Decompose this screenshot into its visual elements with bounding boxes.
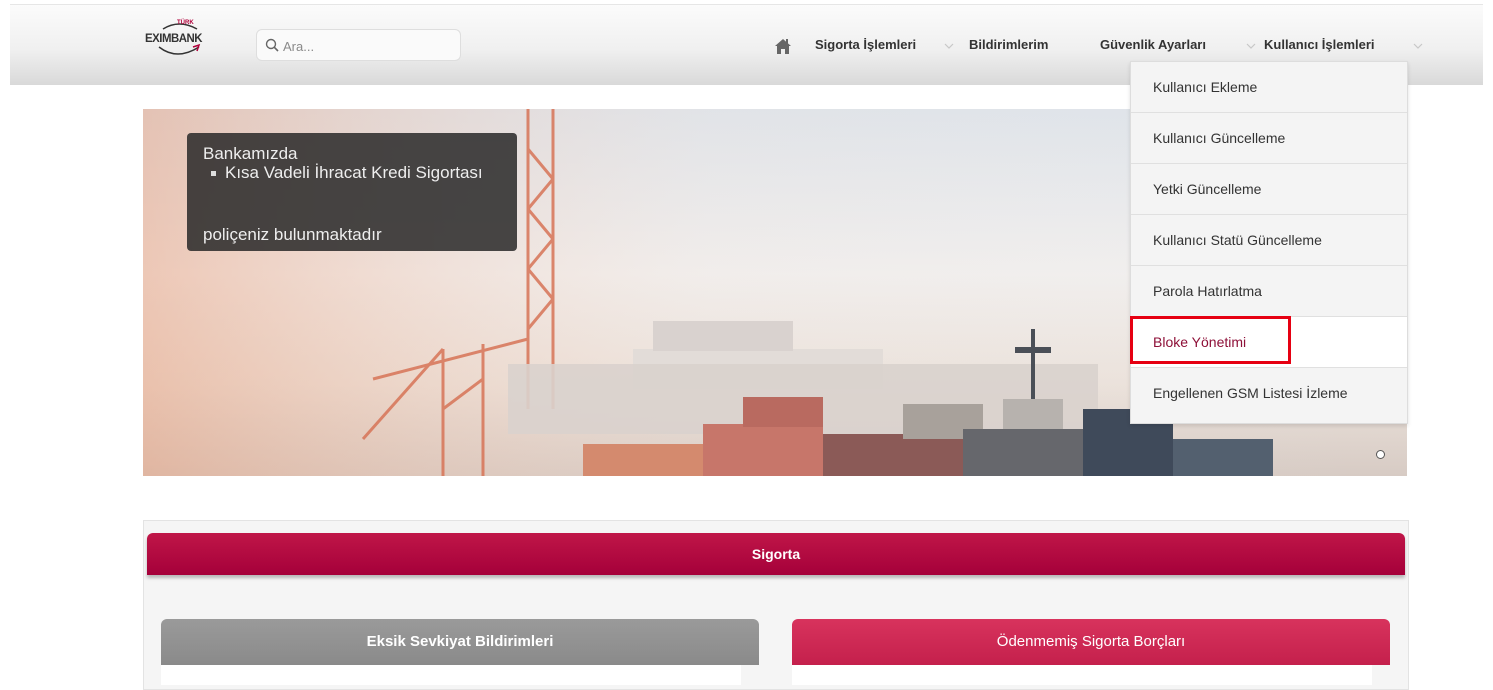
banner-caption: Bankamızda Kısa Vadeli İhracat Kredi Sig… xyxy=(187,133,517,251)
menu-item-parola-hatirlatma[interactable]: Parola Hatırlatma xyxy=(1131,266,1407,317)
eksik-sevkiyat-card-header[interactable]: Eksik Sevkiyat Bildirimleri xyxy=(161,619,759,665)
carousel-indicator[interactable] xyxy=(1376,450,1385,459)
logo-text: EXIMBANK xyxy=(145,31,203,45)
menu-item-kullanici-ekleme[interactable]: Kullanıcı Ekleme xyxy=(1131,62,1407,113)
logo-turk-text: TÜRK xyxy=(177,20,194,26)
highlight-box xyxy=(1130,316,1291,364)
nav-kullanici-islemleri[interactable]: Kullanıcı İşlemleri xyxy=(1264,37,1375,52)
menu-item-kullanici-guncelleme[interactable]: Kullanıcı Güncelleme xyxy=(1131,113,1407,164)
menu-item-kullanici-statu-guncelleme[interactable]: Kullanıcı Statü Güncelleme xyxy=(1131,215,1407,266)
kullanici-islemleri-dropdown: Kullanıcı Ekleme Kullanıcı Güncelleme Ye… xyxy=(1130,61,1408,424)
sigorta-section-header: Sigorta xyxy=(147,533,1405,575)
odenmemis-borclar-card-header[interactable]: Ödenmemiş Sigorta Borçları xyxy=(792,619,1390,665)
caption-line-3: poliçeniz bulunmaktadır xyxy=(203,225,382,244)
caption-line-1: Bankamızda xyxy=(203,144,298,163)
search-input[interactable] xyxy=(281,36,455,56)
odenmemis-borclar-card-body xyxy=(792,665,1372,685)
eximbank-logo[interactable]: TÜRK EXIMBANK xyxy=(145,17,225,65)
chevron-down-icon[interactable] xyxy=(1413,43,1423,49)
search-box[interactable] xyxy=(256,29,461,61)
nav-sigorta-islemleri[interactable]: Sigorta İşlemleri xyxy=(815,37,916,52)
nav-bildirimlerim[interactable]: Bildirimlerim xyxy=(969,37,1048,52)
nav-guvenlik-ayarlari[interactable]: Güvenlik Ayarları xyxy=(1100,37,1206,52)
search-icon xyxy=(265,38,279,52)
menu-item-yetki-guncelleme[interactable]: Yetki Güncelleme xyxy=(1131,164,1407,215)
caption-bullet: Kısa Vadeli İhracat Kredi Sigortası xyxy=(211,162,505,184)
chevron-down-icon[interactable] xyxy=(944,43,954,49)
eksik-sevkiyat-card-body xyxy=(161,665,741,685)
menu-item-engellenen-gsm-listesi[interactable]: Engellenen GSM Listesi İzleme xyxy=(1131,368,1407,419)
home-icon[interactable] xyxy=(774,38,792,55)
chevron-down-icon[interactable] xyxy=(1246,43,1256,49)
caption-bullet-list: Kısa Vadeli İhracat Kredi Sigortası xyxy=(203,162,505,184)
